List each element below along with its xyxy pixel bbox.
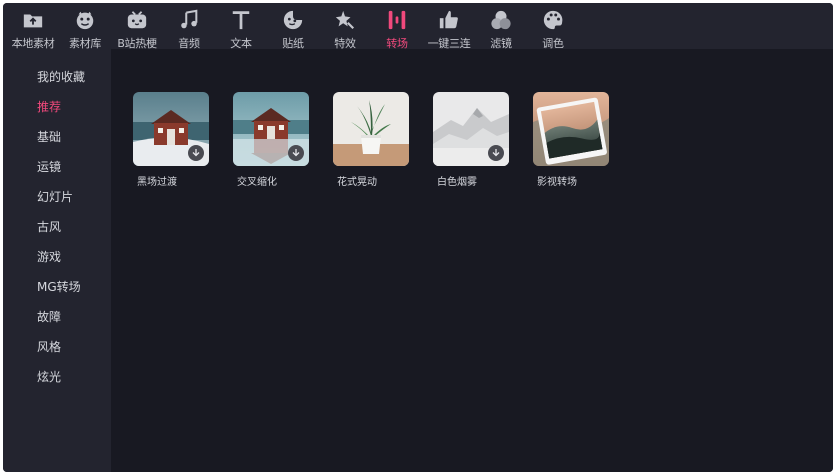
sidebar-item-mg-transition[interactable]: MG转场 — [3, 272, 111, 302]
sticker-face-icon — [281, 9, 305, 31]
sidebar-item-camera-move[interactable]: 运镜 — [3, 152, 111, 182]
transition-bars-icon — [385, 9, 409, 31]
sidebar-item-favorites[interactable]: 我的收藏 — [3, 62, 111, 92]
card-label: 黑场过渡 — [137, 177, 177, 188]
sidebar-item-style[interactable]: 风格 — [3, 332, 111, 362]
transition-card[interactable]: 影视转场 — [533, 92, 609, 188]
app-window: 本地素材 素材库 B站热梗 音频 文本 贴纸 特效 转场 一键三连 滤镜 调色 … — [3, 3, 833, 472]
card-label: 白色烟雾 — [437, 177, 477, 188]
transition-grid: 黑场过渡 交叉缩化 花式晃动 白色烟雾 影视转场 — [133, 92, 609, 188]
tool-bilibili-memes[interactable]: B站热梗 — [111, 3, 163, 50]
card-label: 交叉缩化 — [237, 177, 277, 188]
palette-icon — [541, 9, 565, 31]
transition-card[interactable]: 交叉缩化 — [233, 92, 309, 188]
card-thumbnail — [533, 92, 609, 166]
tool-audio[interactable]: 音频 — [163, 3, 215, 50]
sidebar-item-game[interactable]: 游戏 — [3, 242, 111, 272]
tool-filter[interactable]: 滤镜 — [475, 3, 527, 50]
effect-star-icon — [333, 9, 357, 31]
transition-card[interactable]: 花式晃动 — [333, 92, 409, 188]
filter-circles-icon — [489, 9, 513, 31]
folder-upload-icon — [21, 9, 45, 31]
material-library-icon — [73, 9, 97, 31]
text-t-icon — [229, 9, 253, 31]
top-toolbar: 本地素材 素材库 B站热梗 音频 文本 贴纸 特效 转场 一键三连 滤镜 调色 — [3, 3, 833, 50]
card-label: 影视转场 — [537, 177, 577, 188]
category-sidebar: 我的收藏 推荐 基础 运镜 幻灯片 古风 游戏 MG转场 故障 风格 炫光 — [3, 49, 111, 472]
bilibili-tv-icon — [125, 9, 149, 31]
card-thumbnail — [233, 92, 309, 166]
tool-local-material[interactable]: 本地素材 — [7, 3, 59, 50]
download-icon[interactable] — [488, 145, 504, 161]
download-icon[interactable] — [188, 145, 204, 161]
tool-material-library[interactable]: 素材库 — [59, 3, 111, 50]
thumbs-up-icon — [437, 9, 461, 31]
tool-text[interactable]: 文本 — [215, 3, 267, 50]
sidebar-item-glitch[interactable]: 故障 — [3, 302, 111, 332]
tool-color-grade[interactable]: 调色 — [527, 3, 579, 50]
card-thumbnail — [433, 92, 509, 166]
transition-card[interactable]: 白色烟雾 — [433, 92, 509, 188]
sidebar-item-slideshow[interactable]: 幻灯片 — [3, 182, 111, 212]
music-note-icon — [177, 9, 201, 31]
tool-transition[interactable]: 转场 — [371, 3, 423, 50]
sidebar-item-ancient-style[interactable]: 古风 — [3, 212, 111, 242]
sidebar-item-glare[interactable]: 炫光 — [3, 362, 111, 392]
card-label: 花式晃动 — [337, 177, 377, 188]
card-thumbnail — [133, 92, 209, 166]
tool-sticker[interactable]: 贴纸 — [267, 3, 319, 50]
transition-card[interactable]: 黑场过渡 — [133, 92, 209, 188]
sidebar-item-recommended[interactable]: 推荐 — [3, 92, 111, 122]
sidebar-item-basic[interactable]: 基础 — [3, 122, 111, 152]
transition-content: 黑场过渡 交叉缩化 花式晃动 白色烟雾 影视转场 — [111, 49, 833, 472]
card-thumbnail — [333, 92, 409, 166]
tool-triple-action[interactable]: 一键三连 — [423, 3, 475, 50]
download-icon[interactable] — [288, 145, 304, 161]
tool-effects[interactable]: 特效 — [319, 3, 371, 50]
